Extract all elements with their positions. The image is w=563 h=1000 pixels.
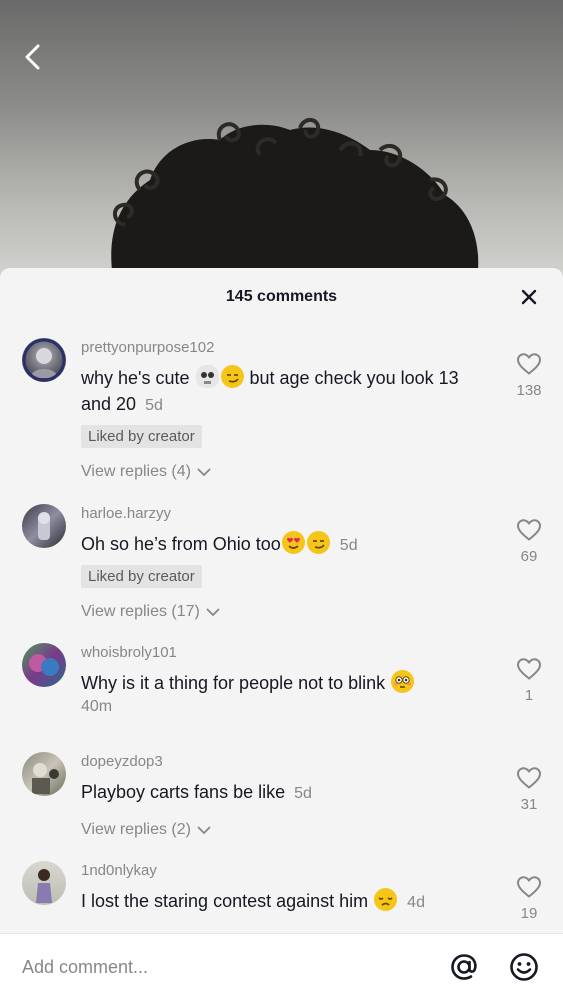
skull-emoji-icon (195, 365, 219, 388)
comment-count-title: 145 comments (225, 288, 338, 305)
heart-outline-icon (516, 519, 542, 541)
close-icon (521, 289, 537, 305)
like-button[interactable]: 31 (515, 766, 543, 813)
comments-header: 145 comments (0, 268, 563, 326)
comment-text-part: Playboy carts fans be like (81, 782, 286, 802)
back-button[interactable] (14, 38, 50, 76)
like-button[interactable]: 69 (515, 518, 543, 565)
heart-outline-icon (516, 876, 542, 898)
comment-text: Why is it a thing for people not to blin… (81, 670, 477, 696)
comment-username[interactable]: harloe.harzyy (81, 492, 477, 523)
like-count: 138 (516, 382, 542, 399)
like-count: 69 (520, 548, 538, 565)
comment-text-part: Why is it a thing for people not to blin… (81, 673, 391, 693)
comment-text: Oh so he’s from Ohio too 5d (81, 531, 477, 559)
comment-item: whoisbroly101 Why is it a thing for peop… (0, 631, 563, 740)
comment-item: harloe.harzyy Oh so he’s from Ohio too 5… (0, 492, 563, 631)
comment-time: 40m (81, 698, 113, 715)
heart-eyes-emoji-icon (281, 531, 305, 554)
like-button[interactable]: 19 (515, 875, 543, 922)
comment-time: 4d (407, 894, 425, 911)
chevron-down-icon (197, 468, 211, 476)
avatar[interactable] (22, 752, 66, 796)
smirking-face-emoji-icon (220, 365, 244, 388)
comment-text-part: why he's cute (81, 368, 195, 388)
comment-username[interactable]: 1nd0nlykay (81, 849, 477, 880)
comments-sheet: 145 comments prettyonpurpose102 why he's… (0, 268, 563, 1000)
comment-text-part: I lost the staring contest against him (81, 891, 374, 911)
like-button[interactable]: 1 (515, 657, 543, 704)
smirking-face-emoji-icon (306, 531, 330, 554)
heart-outline-icon (516, 658, 542, 680)
comment-time: 5d (145, 397, 163, 414)
avatar[interactable] (22, 643, 66, 687)
avatar[interactable] (22, 861, 66, 905)
view-replies-button[interactable]: View replies (2) (81, 821, 211, 839)
comment-time: 5d (294, 785, 312, 802)
liked-by-creator-badge: Liked by creator (81, 425, 202, 448)
video-background (0, 0, 563, 290)
like-count: 1 (524, 687, 534, 704)
flushed-face-emoji-icon (391, 670, 415, 693)
chevron-left-icon (25, 44, 40, 70)
comment-text-part: Oh so he’s from Ohio too (81, 534, 281, 554)
add-comment-bar (0, 933, 563, 1000)
video-frame-hair (111, 118, 479, 270)
chevron-down-icon (197, 826, 211, 834)
comment-item: dopeyzdop3 Playboy carts fans be like 5d… (0, 740, 563, 849)
heart-outline-icon (516, 767, 542, 789)
comment-item: prettyonpurpose102 why he's cute but age… (0, 326, 563, 492)
smiley-face-icon (510, 953, 538, 981)
avatar[interactable] (22, 338, 66, 382)
comment-item: 1nd0nlykay I lost the staring contest ag… (0, 849, 563, 934)
disappointed-face-emoji-icon (374, 888, 398, 911)
add-comment-input[interactable] (22, 956, 421, 978)
view-replies-button[interactable]: View replies (4) (81, 463, 211, 481)
like-count: 31 (520, 796, 538, 813)
view-replies-label: View replies (4) (81, 463, 191, 480)
comment-list[interactable]: prettyonpurpose102 why he's cute but age… (0, 326, 563, 934)
avatar[interactable] (22, 504, 66, 548)
comment-text: Playboy carts fans be like 5d (81, 779, 477, 807)
liked-by-creator-badge: Liked by creator (81, 565, 202, 588)
comment-text: why he's cute but age check you look 13 … (81, 365, 477, 419)
comment-time: 5d (339, 537, 358, 554)
comment-username[interactable]: dopeyzdop3 (81, 740, 477, 771)
chevron-down-icon (206, 608, 220, 616)
emoji-button[interactable] (507, 950, 541, 984)
heart-outline-icon (516, 353, 542, 375)
comment-username[interactable]: prettyonpurpose102 (81, 326, 477, 357)
like-button[interactable]: 138 (515, 352, 543, 399)
view-replies-label: View replies (2) (81, 821, 191, 838)
close-button[interactable] (517, 285, 541, 309)
view-replies-button[interactable]: View replies (17) (81, 603, 220, 621)
comment-username[interactable]: whoisbroly101 (81, 631, 477, 662)
like-count: 19 (520, 905, 538, 922)
mention-button[interactable] (447, 950, 481, 984)
comment-text: I lost the staring contest against him 4… (81, 888, 477, 916)
at-sign-icon (451, 954, 477, 980)
view-replies-label: View replies (17) (81, 603, 200, 620)
